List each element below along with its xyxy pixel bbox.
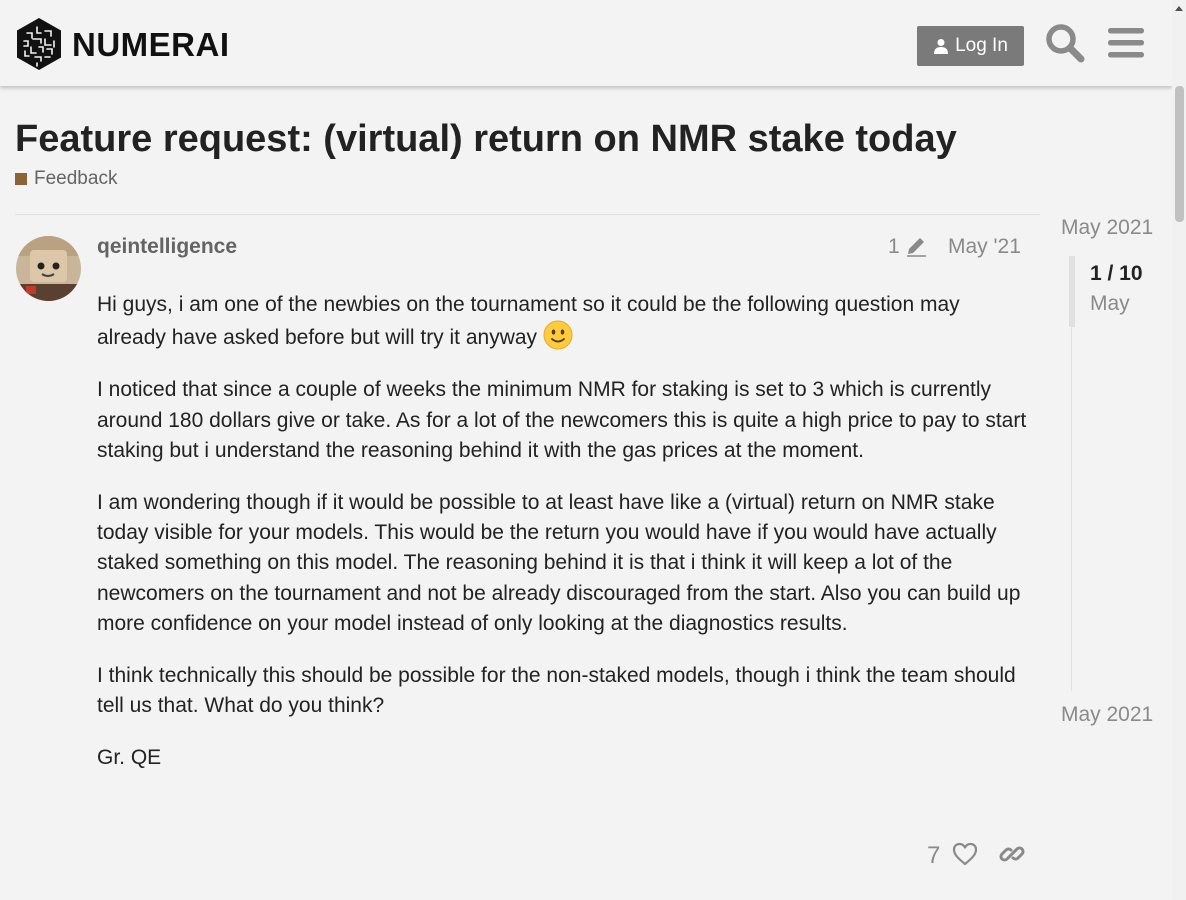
title-divider xyxy=(15,214,1040,215)
timeline-scroll-handle[interactable] xyxy=(1069,256,1075,327)
post-paragraph: Gr. QE xyxy=(97,746,162,770)
timeline-start-date[interactable]: May 2021 xyxy=(1061,216,1153,240)
scroll-up-arrow-icon[interactable] xyxy=(1175,6,1183,11)
edit-count: 1 xyxy=(888,235,900,258)
timeline-month: May xyxy=(1090,292,1130,315)
scrollbar-thumb[interactable] xyxy=(1175,86,1184,222)
pencil-icon xyxy=(906,238,926,257)
edit-history-button[interactable]: 1 xyxy=(888,235,928,259)
post-paragraph: Hi guys, i am one of the newbies on the … xyxy=(97,293,960,350)
category-color-swatch xyxy=(15,173,27,185)
avatar-image xyxy=(16,236,81,301)
post-username[interactable]: qeintelligence xyxy=(97,235,237,259)
post-paragraph: I noticed that since a couple of weeks t… xyxy=(97,378,1027,462)
post-date[interactable]: May '21 xyxy=(948,235,1021,259)
page-scrollbar[interactable] xyxy=(1172,0,1186,900)
category-badge[interactable]: Feedback xyxy=(15,168,117,190)
avatar[interactable] xyxy=(16,236,81,301)
login-button-label: Log In xyxy=(955,35,1008,56)
search-icon[interactable] xyxy=(1044,22,1086,64)
post-paragraph: I am wondering though if it would be pos… xyxy=(97,491,1021,635)
slightly-smiling-face-icon xyxy=(543,320,573,350)
timeline-position: 1 / 10 xyxy=(1090,262,1143,285)
topic-title[interactable]: Feature request: (virtual) return on NMR… xyxy=(15,118,957,161)
category-label: Feedback xyxy=(34,168,118,189)
share-link-icon[interactable] xyxy=(999,841,1025,867)
like-count: 7 xyxy=(927,842,941,869)
numerai-logo-icon[interactable] xyxy=(15,17,63,71)
post-body: Hi guys, i am one of the newbies on the … xyxy=(97,290,1032,796)
timeline-end-date[interactable]: May 2021 xyxy=(1061,703,1153,727)
heart-icon[interactable] xyxy=(952,841,978,867)
post-paragraph: I think technically this should be possi… xyxy=(97,664,1016,718)
login-button[interactable]: Log In xyxy=(917,26,1024,66)
user-icon xyxy=(934,39,949,54)
hamburger-menu-icon[interactable] xyxy=(1105,22,1147,64)
site-header: NUMERAI Log In xyxy=(0,0,1172,86)
site-logo-text[interactable]: NUMERAI xyxy=(72,26,230,64)
